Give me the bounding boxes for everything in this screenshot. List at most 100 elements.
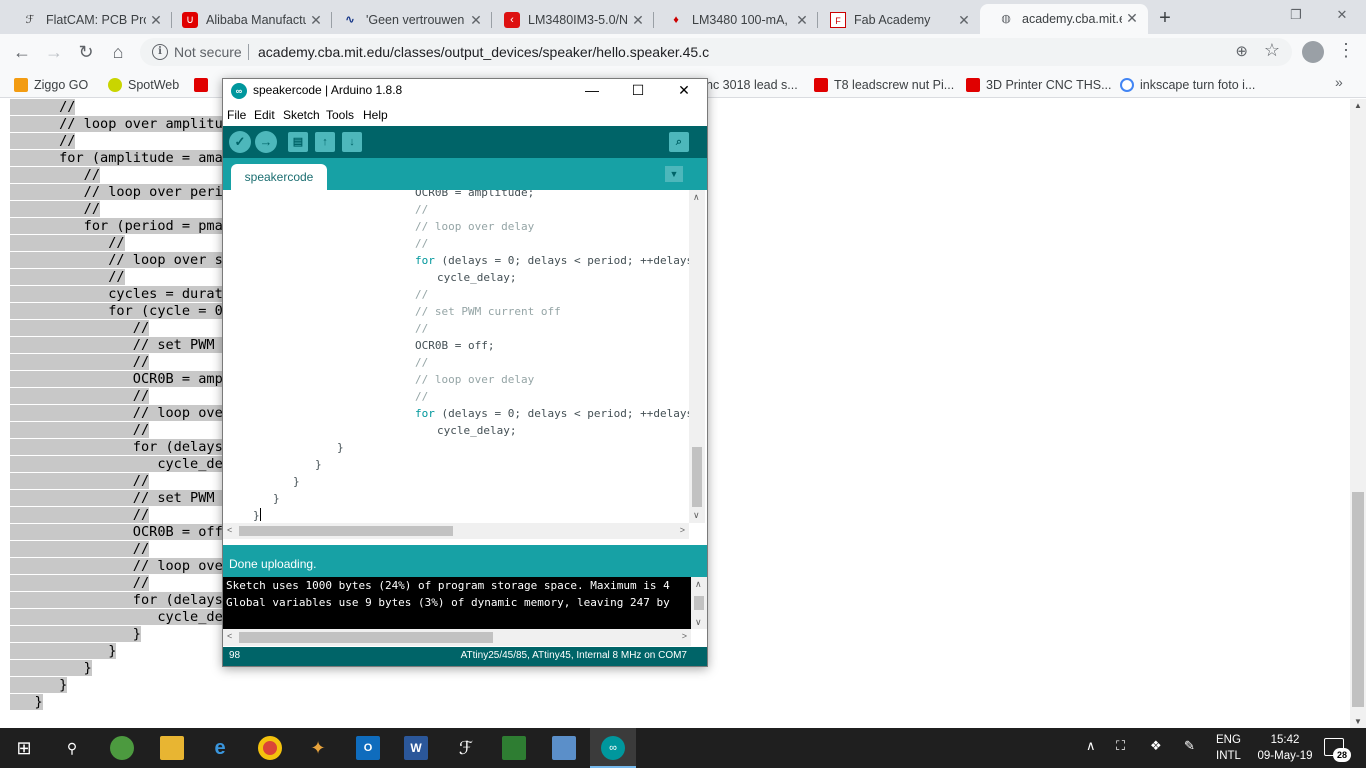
code-text: // (415, 237, 429, 250)
console-hscroll-thumb[interactable] (239, 632, 493, 643)
pcb-app-icon[interactable] (502, 736, 526, 760)
console-output[interactable]: Sketch uses 1000 bytes (24%) of program … (223, 577, 691, 629)
bookmark-ziggo[interactable]: Ziggo GO (14, 76, 88, 94)
pen-icon[interactable]: ✎ (1184, 738, 1195, 754)
tab-ti[interactable]: ♦ LM3480 100-mA, S ✕ (650, 6, 818, 34)
file-explorer-icon[interactable] (160, 736, 184, 760)
windows-start-icon[interactable]: ⊞ (12, 736, 36, 760)
open-sketch-button[interactable]: ↑ (315, 132, 335, 152)
chrome-icon[interactable] (258, 736, 282, 760)
close-icon[interactable]: ✕ (148, 12, 164, 28)
selected-text: // (10, 201, 101, 217)
scroll-down-arrow-icon[interactable]: ▼ (1354, 717, 1362, 726)
editor-scroll-thumb[interactable] (692, 447, 702, 507)
console-vertical-scrollbar[interactable]: ∧ ∨ (691, 577, 707, 629)
home-icon[interactable]: ⌂ (106, 40, 130, 64)
globe-app-icon[interactable] (110, 736, 134, 760)
tab-fab-academy[interactable]: F Fab Academy ✕ (812, 6, 980, 34)
window-restore-button[interactable]: ❐ (1276, 4, 1316, 26)
tab-academy-active[interactable]: ◍ academy.cba.mit.e ✕ (980, 4, 1148, 34)
bookmark-t8-leadscrew[interactable]: T8 leadscrew nut Pi... (814, 76, 954, 94)
reload-icon[interactable]: ↻ (74, 40, 98, 64)
bookmark-inkscape[interactable]: inkscape turn foto i... (1120, 76, 1255, 94)
close-icon[interactable]: ✕ (794, 12, 810, 28)
bookmark-cnc-lead[interactable]: nc 3018 lead s... (706, 76, 798, 94)
console-scroll-thumb[interactable] (694, 596, 704, 610)
upload-button[interactable]: → (255, 131, 277, 153)
close-icon[interactable]: ✕ (1124, 10, 1140, 26)
editor-code-line: cycle_delay; (233, 422, 700, 439)
editor-horizontal-scrollbar[interactable]: < > (223, 523, 689, 539)
forward-arrow-icon[interactable]: → (42, 40, 66, 64)
minimize-button[interactable]: — (569, 79, 615, 101)
new-tab-button[interactable]: + (1155, 7, 1175, 30)
close-icon[interactable]: ✕ (468, 12, 484, 28)
menu-help[interactable]: Help (363, 108, 388, 122)
flatcam-app-icon[interactable]: ℱ (454, 736, 478, 760)
arduino-taskbar-icon[interactable]: ∞ (601, 736, 625, 760)
info-icon[interactable]: i (152, 44, 168, 60)
clock[interactable]: 15:42 09-May-19 (1252, 732, 1318, 764)
outlook-icon[interactable]: O (356, 736, 380, 760)
save-sketch-button[interactable]: ↓ (342, 132, 362, 152)
bookmarks-overflow-icon[interactable]: » (1335, 74, 1343, 90)
arduino-title-bar[interactable]: ∞ speakercode | Arduino 1.8.8 — ☐ ✕ (223, 79, 707, 103)
scroll-up-arrow-icon[interactable]: ▲ (1354, 101, 1362, 110)
close-icon[interactable]: ✕ (630, 12, 646, 28)
menu-sketch[interactable]: Sketch (283, 108, 320, 122)
scroll-down-arrow-icon[interactable]: ∨ (693, 510, 700, 521)
chevron-up-icon[interactable]: ∧ (1086, 738, 1096, 754)
serial-monitor-button[interactable]: ⌕ (669, 132, 689, 152)
chrome-menu-icon[interactable]: ⋮ (1336, 40, 1356, 61)
inkscape-icon[interactable]: ✦ (306, 736, 330, 760)
close-icon[interactable]: ✕ (956, 12, 972, 28)
sketch-tab-bar: speakercode ▼ (223, 158, 707, 190)
dropbox-icon[interactable]: ❖ (1150, 738, 1162, 754)
menu-file[interactable]: File (227, 108, 246, 122)
verify-button[interactable]: ✓ (229, 131, 251, 153)
page-scrollbar-thumb[interactable] (1352, 492, 1364, 707)
editor-hscroll-thumb[interactable] (239, 526, 453, 536)
console-horizontal-scrollbar[interactable]: < > (223, 629, 691, 646)
menu-tools[interactable]: Tools (326, 108, 354, 122)
menu-edit[interactable]: Edit (254, 108, 275, 122)
close-button[interactable]: ✕ (661, 79, 707, 101)
code-text: } (293, 475, 300, 488)
search-icon[interactable]: ⚲ (60, 736, 84, 760)
editor-vertical-scrollbar[interactable]: ∧ ∨ (689, 190, 705, 523)
tab-flatcam[interactable]: ℱ FlatCAM: PCB Prot ✕ (4, 6, 172, 34)
maximize-button[interactable]: ☐ (615, 79, 661, 101)
scroll-right-arrow-icon[interactable]: > (680, 525, 685, 535)
tab-alibaba[interactable]: ∪ Alibaba Manufactu ✕ (164, 6, 332, 34)
window-close-button[interactable]: ✕ (1322, 4, 1362, 26)
tab-menu-icon[interactable]: ▼ (665, 166, 683, 182)
photos-icon[interactable] (552, 736, 576, 760)
page-code-line: // (10, 575, 239, 592)
bookmark-3d-printer[interactable]: 3D Printer CNC THS... (966, 76, 1112, 94)
edge-icon[interactable]: e (208, 736, 232, 760)
back-arrow-icon[interactable]: ← (10, 40, 34, 64)
close-icon[interactable]: ✕ (308, 12, 324, 28)
tab-farnell[interactable]: ‹ LM3480IM3-5.0/N ✕ (486, 6, 654, 34)
address-bar[interactable]: i Not secure academy.cba.mit.edu/classes… (140, 38, 1292, 66)
code-editor[interactable]: OCR0B = amplitude; // // loop over delay //… (223, 190, 707, 523)
bookmark-star-icon[interactable]: ☆ (1264, 40, 1280, 61)
scroll-right-arrow-icon[interactable]: > (682, 631, 687, 641)
language-indicator[interactable]: ENG INTL (1216, 732, 1241, 764)
scroll-up-arrow-icon[interactable]: ∧ (695, 579, 702, 590)
bookmark-alibaba[interactable] (194, 76, 214, 94)
zoom-icon[interactable]: ⊕ (1235, 42, 1248, 60)
page-scrollbar[interactable]: ▲ ▼ (1350, 99, 1366, 728)
tab-nos[interactable]: ∿ 'Geen vertrouwen ✕ (324, 6, 492, 34)
new-sketch-button[interactable]: ▤ (288, 132, 308, 152)
scroll-left-arrow-icon[interactable]: < (227, 525, 232, 535)
scroll-left-arrow-icon[interactable]: < (227, 631, 232, 641)
network-icon[interactable]: ⛶ (1116, 738, 1125, 754)
scroll-down-arrow-icon[interactable]: ∨ (695, 617, 702, 628)
scroll-up-arrow-icon[interactable]: ∧ (693, 192, 700, 203)
url-text[interactable]: academy.cba.mit.edu/classes/output_devic… (258, 44, 709, 60)
tab-speakercode[interactable]: speakercode (231, 164, 327, 190)
bookmark-spotweb[interactable]: SpotWeb (108, 76, 179, 94)
word-icon[interactable]: W (404, 736, 428, 760)
profile-avatar[interactable] (1302, 41, 1324, 63)
